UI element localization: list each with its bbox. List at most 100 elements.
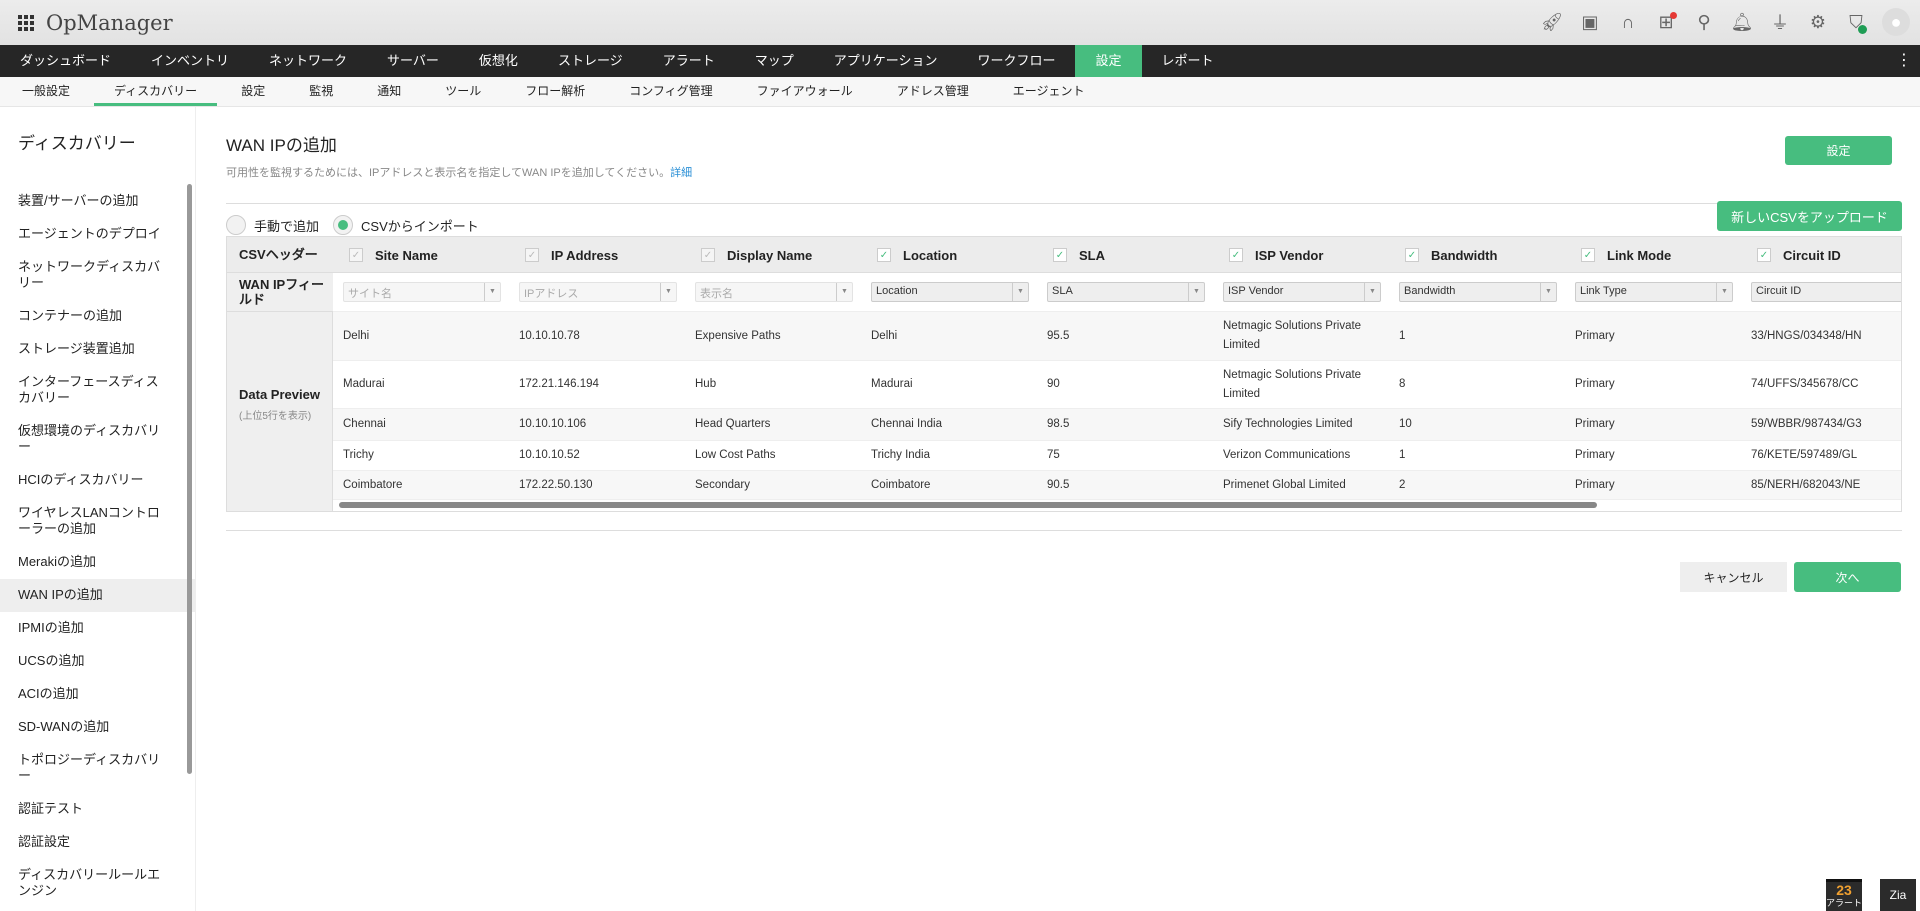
radio-csv[interactable] [333,215,354,235]
sidebar-scrollbar[interactable] [187,172,193,911]
sidebar-item[interactable]: トポロジーディスカバリー [0,744,195,793]
subnav-item[interactable]: フロー解析 [505,77,605,106]
subnav-item[interactable]: 設定 [221,77,285,106]
sidebar-item[interactable]: IPMIの追加 [0,612,195,645]
column-header-label: Link Mode [1607,247,1672,263]
table-cell: Coimbatore [871,478,931,491]
column-header-label: Circuit ID [1783,247,1841,263]
sidebar-item[interactable]: ストレージ装置追加 [0,333,195,366]
app-grid-icon[interactable] [18,14,34,31]
nav-item[interactable]: 仮想化 [459,45,538,77]
horizontal-scrollbar[interactable] [333,500,1901,510]
column-checkbox[interactable]: ✓ [1053,248,1067,262]
more-menu-icon[interactable]: ⋮ [1896,51,1912,71]
sidebar-item[interactable]: ワイヤレスLANコントローラーの追加 [0,497,195,546]
wan-field-label: WAN IPフィールド [227,273,333,312]
sidebar-item[interactable]: 装置/サーバーの追加 [0,185,195,218]
subnav-item[interactable]: 通知 [357,77,421,106]
bell-icon[interactable]: 🔔︎ [1730,9,1754,35]
alert-badge[interactable]: 23 アラート [1826,879,1862,911]
sidebar-item[interactable]: UCSの追加 [0,645,195,678]
field-select[interactable]: Link Type ▼ [1575,282,1733,302]
sidebar-item[interactable]: コンテナーの追加 [0,300,195,333]
sidebar-item[interactable]: ネットワークディスカバリー [0,251,195,300]
gift-icon[interactable]: ⊞ [1654,9,1678,35]
search-icon[interactable]: ⚲ [1692,9,1716,35]
column-checkbox[interactable]: ✓ [349,248,363,262]
column-checkbox[interactable]: ✓ [1229,248,1243,262]
plug-icon[interactable]: ⏚ [1768,9,1792,35]
field-select[interactable]: ISP Vendor ▼ [1223,282,1381,302]
table-cell: Expensive Paths [695,329,781,342]
headset-icon[interactable]: ∩ [1616,9,1640,35]
table-cell: Low Cost Paths [695,449,776,461]
settings-button[interactable]: 設定 [1785,136,1892,165]
nav-item[interactable]: アプリケーション [814,45,958,77]
sidebar-item[interactable]: Merakiの追加 [0,546,195,579]
shield-alert-icon[interactable]: ⛉ [1844,9,1868,35]
table-cell: Primary [1575,478,1615,491]
cancel-button[interactable]: キャンセル [1680,562,1787,592]
sidebar-item[interactable]: WAN IPの追加 [0,579,195,612]
nav-item[interactable]: マップ [735,45,814,77]
sidebar-item[interactable]: ディスカバリールールエンジン [0,859,195,908]
field-select[interactable]: Location ▼ [871,282,1029,302]
column-header: ✓ SLA [1037,237,1213,273]
radio-manual[interactable] [226,215,246,235]
table-cell: 33/HNGS/034348/HN [1751,329,1862,342]
column-checkbox[interactable]: ✓ [1405,248,1419,262]
sidebar-item[interactable]: エージェントのデプロイ [0,218,195,251]
column-checkbox[interactable]: ✓ [1581,248,1595,262]
field-select-value: Link Type [1580,285,1627,297]
sidebar-item[interactable]: 認証設定 [0,826,195,859]
column-checkbox[interactable]: ✓ [877,248,891,262]
nav-item[interactable]: ストレージ [538,45,643,77]
sidebar-item[interactable]: HCIのディスカバリー [0,464,195,497]
user-avatar-icon[interactable]: ● [1882,8,1910,36]
subnav-item[interactable]: ツール [425,77,501,106]
nav-item[interactable]: 設定 [1075,45,1142,77]
subnav-item[interactable]: 一般設定 [2,77,90,106]
field-select[interactable]: Bandwidth ▼ [1399,282,1557,302]
zia-button[interactable]: Zia [1880,879,1916,911]
detail-link[interactable]: 詳細 [670,167,692,179]
subnav-item[interactable]: エージェント [993,77,1105,106]
rocket-icon[interactable]: 🚀︎ [1540,9,1564,35]
column-checkbox[interactable]: ✓ [701,248,715,262]
presentation-icon[interactable]: ▣ [1578,9,1602,35]
sidebar-item[interactable]: 認証テスト [0,793,195,826]
radio-manual-label[interactable]: 手動で追加 [254,216,319,235]
chevron-down-icon: ▼ [836,283,852,301]
nav-item[interactable]: ネットワーク [249,45,367,77]
upload-csv-button[interactable]: 新しいCSVをアップロード [1717,201,1902,231]
app-logo[interactable]: OpManager [46,11,173,35]
subnav-item[interactable]: アドレス管理 [877,77,989,106]
table-cell: 10.10.10.52 [519,449,580,461]
subnav-item[interactable]: 監視 [289,77,353,106]
sidebar-item[interactable]: 仮想環境のディスカバリー [0,415,195,464]
nav-item[interactable]: レポート [1142,45,1234,77]
subnav-item[interactable]: コンフィグ管理 [609,77,732,106]
subnav-item[interactable]: ディスカバリー [94,77,218,106]
field-select: 表示名 ▼ [695,282,853,302]
nav-item[interactable]: サーバー [367,45,459,77]
column-checkbox[interactable]: ✓ [525,248,539,262]
table-cell: 172.21.146.194 [519,378,599,390]
table-cell: 76/KETE/597489/GL [1751,449,1858,461]
sidebar-item[interactable]: ACIの追加 [0,678,195,711]
subnav-item[interactable]: ファイアウォール [737,77,873,106]
nav-item[interactable]: ダッシュボード [0,45,131,77]
nav-item[interactable]: ワークフロー [957,45,1075,77]
gear-icon[interactable]: ⚙ [1806,9,1830,35]
column-header-label: Display Name [727,247,813,263]
sidebar-item[interactable]: SD-WANの追加 [0,711,195,744]
column-checkbox[interactable]: ✓ [1757,248,1771,262]
radio-csv-label[interactable]: CSVからインポート [361,216,479,235]
sidebar-item[interactable]: インターフェースディスカバリー [0,366,195,415]
field-select[interactable]: Circuit ID [1751,282,1901,302]
page-subtitle: 可用性を監視するためには、IPアドレスと表示名を指定してWAN IPを追加してく… [226,164,1902,180]
field-select[interactable]: SLA ▼ [1047,282,1205,302]
nav-item[interactable]: アラート [643,45,735,77]
nav-item[interactable]: インベントリ [131,45,249,77]
next-button[interactable]: 次へ [1794,562,1901,592]
